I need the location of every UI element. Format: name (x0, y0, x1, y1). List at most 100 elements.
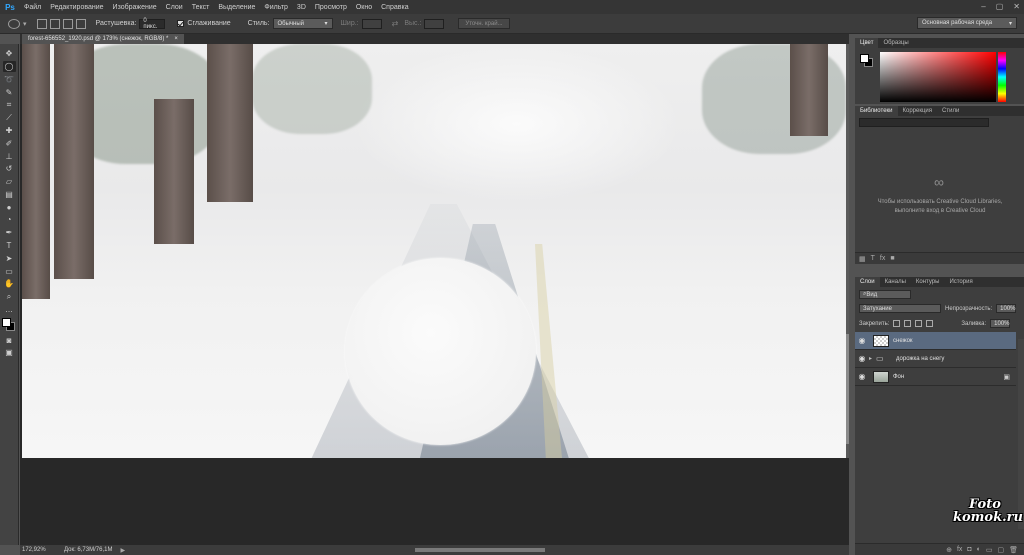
menu-filter[interactable]: Фильтр (264, 4, 288, 11)
lock-all-icon[interactable] (926, 320, 934, 327)
library-select[interactable] (859, 118, 989, 127)
expand-arrow-icon[interactable]: ▸ (869, 355, 872, 362)
width-input[interactable] (361, 18, 382, 29)
add-layer-style-icon[interactable]: fx (880, 255, 885, 262)
zoom-level[interactable]: 172,92% (20, 547, 50, 553)
history-brush-tool-icon[interactable]: ↺ (3, 163, 16, 175)
lock-transparency-icon[interactable] (893, 320, 901, 327)
close-icon[interactable]: ✕ (1013, 2, 1020, 11)
path-selection-tool-icon[interactable]: ➤ (3, 253, 16, 265)
hand-tool-icon[interactable]: ✋ (3, 278, 16, 290)
more-tools-icon[interactable]: … (3, 304, 16, 316)
vertical-scrollbar[interactable] (846, 44, 849, 458)
adjustment-layer-icon[interactable]: ◐ (977, 546, 981, 553)
menu-image[interactable]: Изображение (113, 4, 157, 11)
layer-row[interactable]: ◉ ▸ ▭ дорожка на снегу (855, 350, 1016, 368)
dodge-tool-icon[interactable]: ◔ (3, 214, 16, 226)
link-layers-icon[interactable]: ⊕ (946, 546, 952, 554)
refine-edge-button[interactable]: Уточн. край... (458, 18, 510, 29)
intersect-selection-icon[interactable] (75, 18, 86, 29)
gradient-tool-icon[interactable]: ▤ (3, 189, 16, 201)
blend-mode-select[interactable]: Затухание (859, 304, 941, 313)
layer-filter-select[interactable]: ⌕ Вид (859, 290, 911, 299)
tab-styles[interactable]: Стили (937, 106, 964, 116)
new-selection-icon[interactable] (36, 18, 47, 29)
brush-tool-icon[interactable]: ✐ (3, 137, 16, 149)
lock-position-icon[interactable] (915, 320, 923, 327)
add-text-style-icon[interactable]: T (871, 255, 875, 262)
tab-libraries[interactable]: Библиотеки (855, 106, 898, 116)
canvas-area[interactable] (20, 44, 849, 545)
fill-input[interactable]: 100% (990, 319, 1011, 328)
feather-input[interactable]: 0 пикс. (139, 18, 166, 30)
new-layer-icon[interactable]: ▢ (997, 546, 1004, 554)
scrollbar-thumb[interactable] (846, 334, 849, 444)
elliptical-marquee-preset-icon[interactable] (8, 18, 20, 29)
layer-row[interactable]: ◉ снежок (855, 332, 1016, 350)
foreground-color-swatch[interactable] (2, 318, 11, 328)
document-tab[interactable]: forest-656552_1920.psd @ 173% (снежок, R… (22, 34, 184, 44)
clone-stamp-tool-icon[interactable]: ⊥ (3, 150, 16, 162)
rectangle-tool-icon[interactable]: ▭ (3, 265, 16, 277)
maximize-icon[interactable]: ▢ (996, 2, 1004, 11)
minimize-icon[interactable]: – (981, 2, 985, 11)
menu-3d[interactable]: 3D (297, 4, 306, 11)
menu-help[interactable]: Справка (381, 4, 408, 11)
healing-brush-tool-icon[interactable]: ✚ (3, 125, 16, 137)
swap-icon[interactable]: ⇄ (392, 19, 399, 28)
lasso-tool-icon[interactable]: ➰ (3, 74, 16, 86)
eye-icon[interactable]: ◉ (855, 336, 869, 345)
add-color-icon[interactable]: ■ (890, 255, 894, 262)
crop-tool-icon[interactable]: ⌗ (3, 99, 16, 111)
panel-foreground-swatch[interactable] (860, 54, 869, 63)
trash-icon[interactable]: 🗑 (1009, 546, 1018, 554)
menu-type[interactable]: Текст (192, 4, 210, 11)
document-image[interactable] (22, 44, 846, 458)
add-mask-icon[interactable]: ◘ (967, 546, 971, 553)
move-tool-icon[interactable]: ✥ (3, 48, 16, 60)
menu-window[interactable]: Окно (356, 4, 372, 11)
height-input[interactable] (424, 18, 445, 29)
eye-icon[interactable]: ◉ (855, 354, 869, 363)
close-tab-icon[interactable]: × (174, 36, 178, 42)
type-tool-icon[interactable]: T (3, 240, 16, 252)
opacity-input[interactable]: 100% (996, 304, 1017, 313)
layer-style-icon[interactable]: fx (957, 546, 962, 553)
menu-view[interactable]: Просмотр (315, 4, 347, 11)
antialias-checkbox[interactable] (177, 20, 185, 27)
quick-selection-tool-icon[interactable]: ✎ (3, 86, 16, 98)
eraser-tool-icon[interactable]: ▱ (3, 176, 16, 188)
eye-icon[interactable]: ◉ (855, 372, 869, 381)
menu-edit[interactable]: Редактирование (50, 4, 103, 11)
elliptical-marquee-tool-icon[interactable]: ◯ (2, 60, 16, 73)
eyedropper-tool-icon[interactable]: ⟋ (3, 112, 16, 124)
tab-layers[interactable]: Слои (855, 277, 880, 287)
layer-row[interactable]: ◉ Фон ▣ (855, 368, 1016, 386)
tab-paths[interactable]: Контуры (911, 277, 945, 287)
quick-mask-icon[interactable]: ◙ (3, 334, 16, 346)
tab-adjustments[interactable]: Коррекция (898, 106, 938, 116)
zoom-tool-icon[interactable]: ⌕ (3, 291, 16, 303)
subtract-selection-icon[interactable] (62, 18, 73, 29)
color-picker-field[interactable] (880, 52, 996, 102)
add-graphic-icon[interactable]: ▦ (859, 255, 866, 263)
info-menu-icon[interactable]: ▶ (112, 547, 125, 554)
horizontal-scrollbar[interactable] (415, 548, 545, 552)
tab-color[interactable]: Цвет (855, 38, 879, 48)
tab-channels[interactable]: Каналы (880, 277, 911, 287)
add-selection-icon[interactable] (49, 18, 60, 29)
chevron-down-icon[interactable]: ▾ (23, 20, 27, 28)
lock-pixels-icon[interactable] (904, 320, 912, 327)
screen-mode-icon[interactable]: ▣ (3, 347, 16, 359)
new-group-icon[interactable]: ▭ (986, 546, 993, 554)
menu-file[interactable]: Файл (24, 4, 41, 11)
pen-tool-icon[interactable]: ✒ (3, 227, 16, 239)
menu-select[interactable]: Выделение (218, 4, 255, 11)
color-swatches[interactable] (2, 318, 16, 332)
blur-tool-icon[interactable]: ● (3, 201, 16, 213)
workspace-select[interactable]: Основная рабочая среда ▾ (917, 17, 1017, 29)
snowball-selection[interactable] (345, 258, 536, 445)
hue-slider[interactable] (998, 52, 1006, 102)
menu-layers[interactable]: Слои (166, 4, 183, 11)
tab-history[interactable]: История (944, 277, 977, 287)
